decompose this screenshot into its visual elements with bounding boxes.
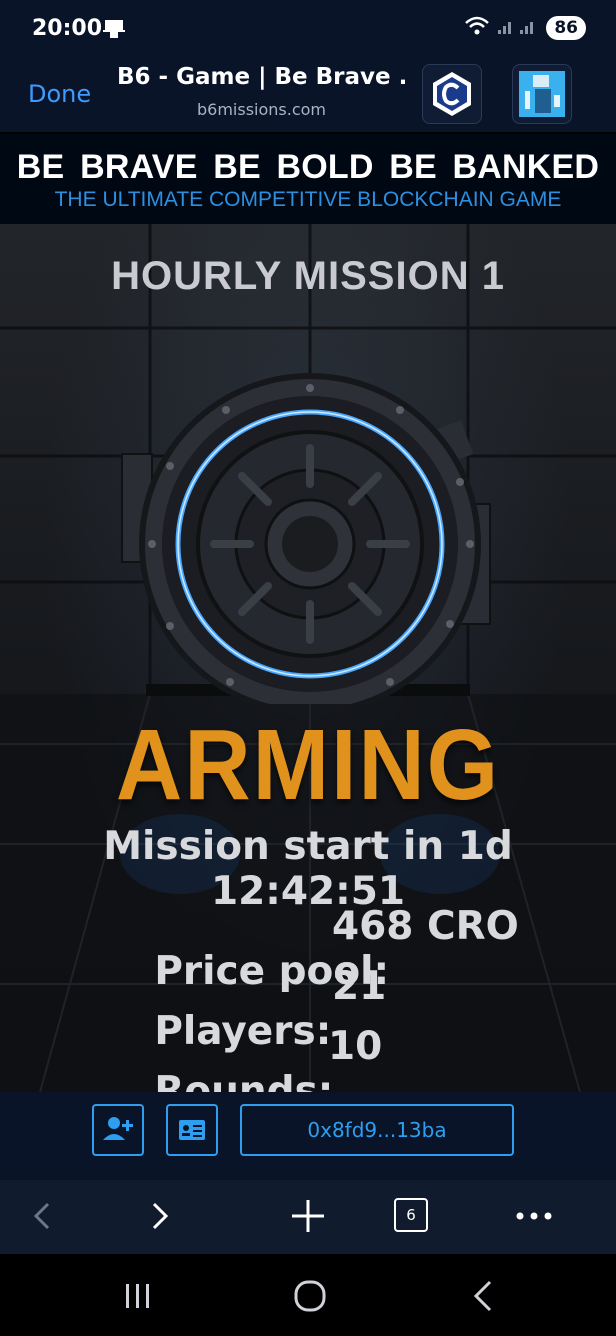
wifi-icon [464,15,490,41]
site-banner: BE BRAVE BE BOLD BE BANKED THE ULTIMATE … [0,134,616,224]
home-icon[interactable] [292,1278,328,1318]
vault-illustration [100,364,500,715]
forward-icon[interactable] [148,1196,172,1240]
status-indicators: 86 [464,15,586,41]
wallet-address-button[interactable]: 0x8fd9...13ba [240,1104,514,1156]
game-panel: HOURLY MISSION 1 ARMING Mission start in… [0,224,616,1092]
new-tab-icon[interactable] [288,1196,328,1240]
stat-label: Rounds: [154,1069,334,1092]
avatar-icon [513,71,571,127]
done-button[interactable]: Done [28,80,91,108]
status-bar: 20:00 86 [0,0,616,58]
cronos-icon [423,72,481,127]
game-action-bar: 0x8fd9...13ba [0,1092,616,1180]
stat-value: 21 [332,964,387,1009]
profile-card-button[interactable] [166,1104,218,1156]
add-player-button[interactable] [92,1104,144,1156]
signal-icon [496,16,540,40]
system-nav-bar [0,1254,616,1336]
mission-status: ARMING [115,709,501,821]
mission-countdown: Mission start in 1d 12:42:51 [103,824,513,914]
browser-nav-bar: 6 [0,1180,616,1254]
cronos-extension-button[interactable] [422,64,482,124]
recent-apps-icon[interactable] [122,1280,152,1314]
id-card-icon [168,1120,216,1158]
page-url: b6missions.com [197,100,327,119]
page-title: B6 - Game | Be Brave ... [117,64,409,90]
system-back-icon[interactable] [470,1278,496,1318]
stat-rounds: Rounds: 10 [100,1024,382,1092]
banner-subtitle: THE ULTIMATE COMPETITIVE BLOCKCHAIN GAME [54,188,562,211]
status-time: 20:00 [32,16,103,41]
mission-title: HOURLY MISSION 1 [111,254,505,298]
add-user-icon [94,1117,142,1158]
tabs-count-button[interactable]: 6 [394,1198,428,1232]
back-icon[interactable] [30,1196,54,1240]
stat-value: 10 [328,1024,383,1069]
banner-title: BE BRAVE BE BOLD BE BANKED [16,148,600,186]
avatar-button[interactable] [512,64,572,124]
battery-indicator: 86 [546,16,586,40]
stat-value: 468 CRO [332,904,519,949]
browser-header: Done B6 - Game | Be Brave ... b6missions… [0,58,616,132]
device-icon [102,18,126,44]
more-icon[interactable] [514,1196,554,1240]
